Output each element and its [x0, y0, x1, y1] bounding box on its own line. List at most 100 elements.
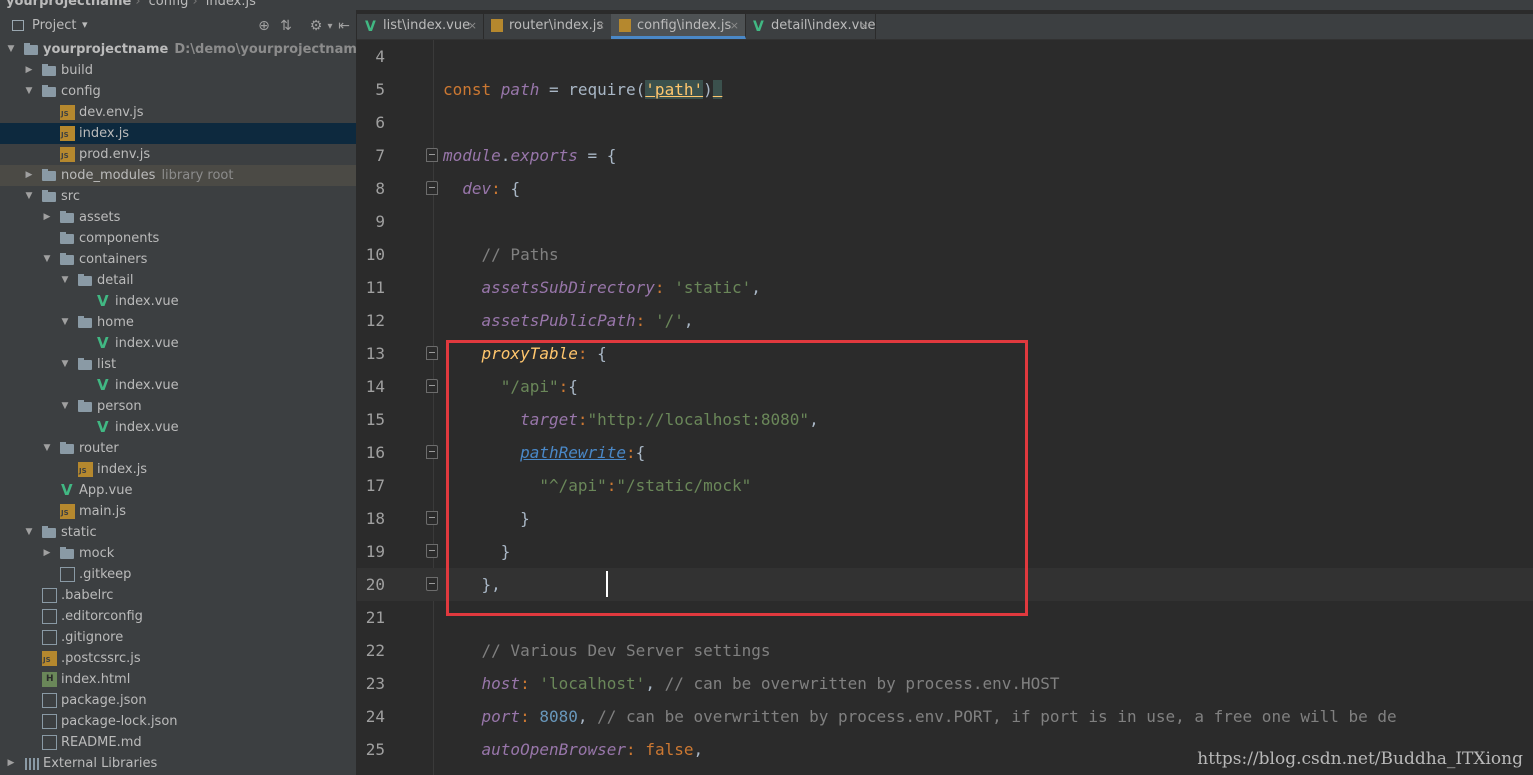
- tree-file-row[interactable]: README.md: [0, 732, 356, 753]
- tree-file-row[interactable]: .babelrc: [0, 585, 356, 606]
- tree-item-label: home: [97, 315, 134, 330]
- folder-icon: [60, 441, 75, 456]
- expand-arrow-icon[interactable]: ▼: [24, 186, 34, 207]
- code-line[interactable]: 8 dev: {: [357, 172, 1533, 205]
- code-line[interactable]: 24 port: 8080, // can be overwritten by …: [357, 700, 1533, 733]
- code-token: :: [626, 740, 636, 759]
- expand-arrow-icon[interactable]: ▼: [60, 312, 70, 333]
- code-line[interactable]: 5 const path = require('path'): [357, 73, 1533, 106]
- collapse-arrow-icon[interactable]: ▶: [42, 543, 52, 564]
- breadcrumb-project[interactable]: yourprojectname: [6, 0, 131, 9]
- editor-tab[interactable]: router\index.js ×: [483, 14, 612, 39]
- editor-tab[interactable]: config\index.js ×: [611, 14, 746, 39]
- expand-arrow-icon[interactable]: ▼: [60, 354, 70, 375]
- project-view-selector[interactable]: Project: [32, 18, 76, 33]
- tree-file-row[interactable]: ▶ External Libraries: [0, 753, 356, 774]
- fold-toggle-icon[interactable]: [426, 577, 438, 591]
- code-area[interactable]: 4 5 const path = require('path') 6 7 module.…: [357, 40, 1533, 775]
- tree-file-row[interactable]: dev.env.js: [0, 102, 356, 123]
- tree-folder-row[interactable]: ▼ containers: [0, 249, 356, 270]
- tree-file-row[interactable]: package-lock.json: [0, 711, 356, 732]
- expand-arrow-icon[interactable]: ▼: [42, 249, 52, 270]
- collapse-arrow-icon[interactable]: ▶: [42, 207, 52, 228]
- tree-folder-row[interactable]: ▼ config: [0, 81, 356, 102]
- collapse-arrow-icon[interactable]: ▶: [24, 60, 34, 81]
- tree-item-label: index.js: [97, 462, 148, 477]
- code-line[interactable]: 12 assetsPublicPath: '/',: [357, 304, 1533, 337]
- fold-toggle-icon[interactable]: [426, 181, 438, 195]
- fold-toggle-icon[interactable]: [426, 346, 438, 360]
- breadcrumb-file[interactable]: index.js: [206, 0, 256, 9]
- tree-item-label: External Libraries: [43, 756, 158, 771]
- code-line[interactable]: 11 assetsSubDirectory: 'static',: [357, 271, 1533, 304]
- tree-file-row[interactable]: package.json: [0, 690, 356, 711]
- tree-folder-row[interactable]: components: [0, 228, 356, 249]
- code-line[interactable]: 22 // Various Dev Server settings: [357, 634, 1533, 667]
- tree-file-row[interactable]: .gitkeep: [0, 564, 356, 585]
- editor-tab[interactable]: list\index.vue×: [357, 14, 484, 39]
- tree-folder-row[interactable]: ▼ home: [0, 312, 356, 333]
- fold-toggle-icon[interactable]: [426, 511, 438, 525]
- code-line[interactable]: 4: [357, 40, 1533, 73]
- tree-folder-row[interactable]: ▶ assets: [0, 207, 356, 228]
- tree-folder-row[interactable]: ▼ yourprojectname D:\demo\yourprojectname: [0, 39, 366, 60]
- close-icon[interactable]: ×: [860, 14, 869, 38]
- tree-folder-row[interactable]: ▼ person: [0, 396, 356, 417]
- close-icon[interactable]: ×: [730, 14, 739, 38]
- expand-arrow-icon[interactable]: ▼: [6, 39, 16, 60]
- tree-file-row[interactable]: index.js: [0, 459, 356, 480]
- code-line[interactable]: 23 host: 'localhost', // can be overwrit…: [357, 667, 1533, 700]
- code-token: :: [520, 674, 530, 693]
- tree-file-row[interactable]: index.html: [0, 669, 356, 690]
- line-number: 20: [365, 575, 385, 594]
- tree-file-row[interactable]: index.js: [0, 123, 356, 144]
- expand-arrow-icon[interactable]: ▼: [60, 396, 70, 417]
- hide-panel-icon[interactable]: ⇤: [336, 18, 352, 34]
- tree-file-row[interactable]: App.vue: [0, 480, 356, 501]
- collapse-all-icon[interactable]: ⇅: [278, 18, 294, 34]
- tree-folder-row[interactable]: ▶ build: [0, 60, 356, 81]
- tree-file-row[interactable]: .editorconfig: [0, 606, 356, 627]
- breadcrumb-folder[interactable]: config: [149, 0, 189, 9]
- tree-file-row[interactable]: index.vue: [0, 333, 356, 354]
- expand-arrow-icon[interactable]: ▼: [24, 522, 34, 543]
- close-icon[interactable]: ×: [468, 14, 477, 38]
- code-line[interactable]: 6: [357, 106, 1533, 139]
- code-token: autoOpenBrowser: [481, 740, 627, 759]
- tree-folder-row[interactable]: ▼ detail: [0, 270, 356, 291]
- tree-folder-row[interactable]: ▶ node_modules library root: [0, 165, 356, 186]
- collapse-arrow-icon[interactable]: ▶: [24, 165, 34, 186]
- tree-folder-row[interactable]: ▼ list: [0, 354, 356, 375]
- tree-folder-row[interactable]: ▶ mock: [0, 543, 356, 564]
- fold-toggle-icon[interactable]: [426, 445, 438, 459]
- tree-folder-row[interactable]: ▼ static: [0, 522, 356, 543]
- tree-file-row[interactable]: .gitignore: [0, 627, 356, 648]
- expand-arrow-icon[interactable]: ▼: [24, 81, 34, 102]
- fold-toggle-icon[interactable]: [426, 379, 438, 393]
- tree-folder-row[interactable]: ▼ router: [0, 438, 356, 459]
- fold-toggle-icon[interactable]: [426, 148, 438, 162]
- expand-arrow-icon[interactable]: ▼: [42, 438, 52, 459]
- chevron-down-icon[interactable]: ▾: [82, 18, 88, 31]
- tree-file-row[interactable]: index.vue: [0, 291, 356, 312]
- tree-file-row[interactable]: .postcssrc.js: [0, 648, 356, 669]
- close-icon[interactable]: ×: [596, 14, 605, 38]
- code-line[interactable]: 9: [357, 205, 1533, 238]
- collapse-arrow-icon[interactable]: ▶: [6, 753, 16, 774]
- tree-file-row[interactable]: main.js: [0, 501, 356, 522]
- tree-folder-row[interactable]: ▼ src: [0, 186, 356, 207]
- tree-file-row[interactable]: index.vue: [0, 375, 356, 396]
- tree-file-row[interactable]: index.vue: [0, 417, 356, 438]
- code-token: assetsSubDirectory: [481, 278, 655, 297]
- tree-item-label: containers: [79, 252, 148, 267]
- fold-toggle-icon[interactable]: [426, 544, 438, 558]
- tree-file-row[interactable]: prod.env.js: [0, 144, 356, 165]
- code-line[interactable]: 7 module.exports = {: [357, 139, 1533, 172]
- line-number: 14: [365, 377, 385, 396]
- code-line[interactable]: 10 // Paths: [357, 238, 1533, 271]
- expand-arrow-icon[interactable]: ▼: [60, 270, 70, 291]
- locate-icon[interactable]: ⊕: [256, 18, 272, 34]
- folder-icon: [42, 525, 57, 540]
- editor-tab[interactable]: detail\index.vue×: [745, 14, 876, 39]
